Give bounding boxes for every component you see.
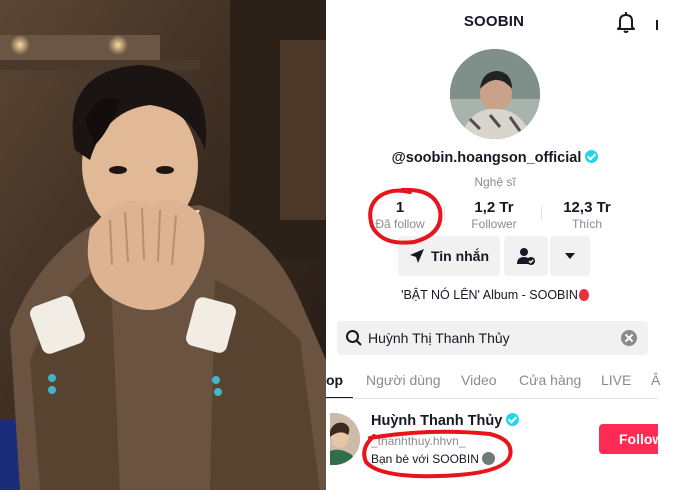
- stat-following[interactable]: 1 Đã follow: [370, 199, 430, 231]
- profile-role: Nghệ sĩ: [474, 175, 516, 189]
- balloon-icon: [578, 289, 589, 301]
- result-handle: _thanhthuy.hhvn_: [371, 434, 466, 448]
- following-count: 1: [395, 199, 405, 216]
- search-input[interactable]: Huỳnh Thị Thanh Thủy: [368, 330, 510, 346]
- tab-users[interactable]: Người dùng: [366, 372, 441, 388]
- follow-button-visible[interactable]: Follow: [599, 424, 658, 454]
- result-avatar[interactable]: [330, 413, 360, 465]
- menu-icon[interactable]: [654, 16, 660, 32]
- top-bar: SOOBIN: [326, 8, 683, 38]
- tab-top[interactable]: op: [326, 372, 343, 388]
- message-button-label: Tin nhắn: [430, 248, 490, 264]
- chevron-down-icon: [565, 253, 575, 259]
- follow-button-label: Follow: [619, 431, 658, 447]
- tab-video[interactable]: Video: [461, 372, 497, 388]
- stat-divider: [444, 206, 445, 220]
- friend-status-button[interactable]: [504, 236, 548, 276]
- profile-handle: @soobin.hoangson_official: [391, 150, 582, 166]
- page-title: SOOBIN: [463, 13, 525, 30]
- user-check-icon: [517, 248, 535, 265]
- result-name: Huỳnh Thanh Thủy: [371, 413, 503, 429]
- send-icon: [409, 249, 424, 263]
- likes-count: 12,3 Tr: [563, 199, 611, 216]
- tab-shop[interactable]: Cửa hàng: [519, 372, 581, 388]
- profile-avatar[interactable]: [450, 49, 540, 139]
- followers-label: Follower: [471, 217, 517, 231]
- tabs-divider: [326, 398, 658, 399]
- more-options-button[interactable]: [550, 236, 590, 276]
- screen-edge: [658, 399, 683, 490]
- followers-count: 1,2 Tr: [474, 199, 514, 216]
- likes-label: Thích: [571, 217, 602, 231]
- clear-icon[interactable]: [621, 330, 637, 346]
- stat-likes[interactable]: 12,3 Tr Thích: [556, 199, 618, 231]
- result-name-row[interactable]: Huỳnh Thanh Thủy: [371, 413, 520, 429]
- following-label: Đã follow: [375, 217, 425, 231]
- search-icon: [346, 330, 362, 346]
- profile-handle-row: @soobin.hoangson_official: [326, 150, 664, 166]
- artist-photo-illustration: [0, 0, 326, 490]
- stat-divider: [541, 206, 542, 220]
- tab-live[interactable]: LIVE: [601, 372, 631, 388]
- mini-avatar: [481, 452, 495, 465]
- profile-bio-row: 'BẬT NÓ LÊN' Album - SOOBIN: [326, 288, 664, 302]
- search-bar[interactable]: Huỳnh Thị Thanh Thủy: [337, 321, 648, 355]
- result-friend-text: Bạn bè với SOOBIN: [371, 452, 479, 466]
- result-friend-row: Bạn bè với SOOBIN: [371, 452, 495, 466]
- verified-icon: [585, 150, 599, 163]
- message-button[interactable]: Tin nhắn: [398, 236, 500, 276]
- tab-more[interactable]: Â: [651, 372, 660, 388]
- profile-bio: 'BẬT NÓ LÊN' Album - SOOBIN: [401, 288, 578, 302]
- profile-panel: SOOBIN @soobin.hoangson_official Nghệ sĩ…: [326, 0, 683, 490]
- bell-icon[interactable]: [614, 10, 638, 34]
- stat-followers[interactable]: 1,2 Tr Follower: [462, 199, 526, 231]
- search-tabs: op Người dùng Video Cửa hàng LIVE Â: [326, 367, 683, 399]
- verified-icon: [506, 413, 520, 426]
- artist-photo: [0, 0, 326, 490]
